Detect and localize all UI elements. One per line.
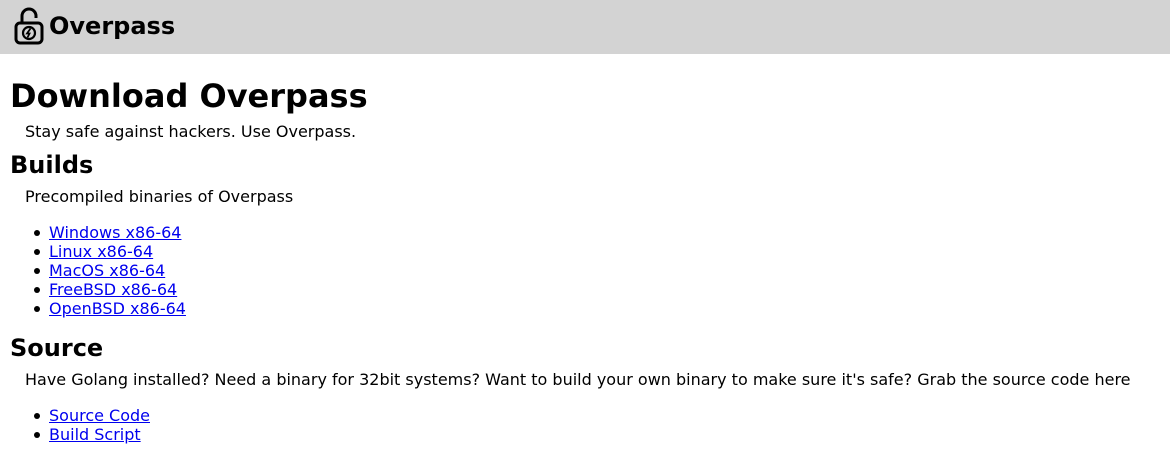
bullet-icon [34,230,40,236]
macos-download-link[interactable]: MacOS x86-64 [49,261,165,280]
source-code-link[interactable]: Source Code [49,406,150,425]
linux-download-link[interactable]: Linux x86-64 [49,242,153,261]
source-description: Have Golang installed? Need a binary for… [25,370,1131,389]
navbar: Overpass [0,0,1170,54]
tagline: Stay safe against hackers. Use Overpass. [25,122,357,141]
bullet-icon [34,306,40,312]
builds-description: Precompiled binaries of Overpass [25,187,294,206]
bullet-icon [34,432,40,438]
site-title[interactable]: Overpass [49,11,175,41]
bullet-icon [34,413,40,419]
bullet-icon [34,287,40,293]
bullet-icon [34,268,40,274]
openbsd-download-link[interactable]: OpenBSD x86-64 [49,299,186,318]
windows-download-link[interactable]: Windows x86-64 [49,223,181,242]
builds-heading: Builds [10,151,94,179]
bullet-icon [34,249,40,255]
freebsd-download-link[interactable]: FreeBSD x86-64 [49,280,177,299]
source-heading: Source [10,334,104,362]
padlock-icon[interactable] [14,7,44,45]
page-title: Download Overpass [10,77,368,115]
build-script-link[interactable]: Build Script [49,425,141,444]
